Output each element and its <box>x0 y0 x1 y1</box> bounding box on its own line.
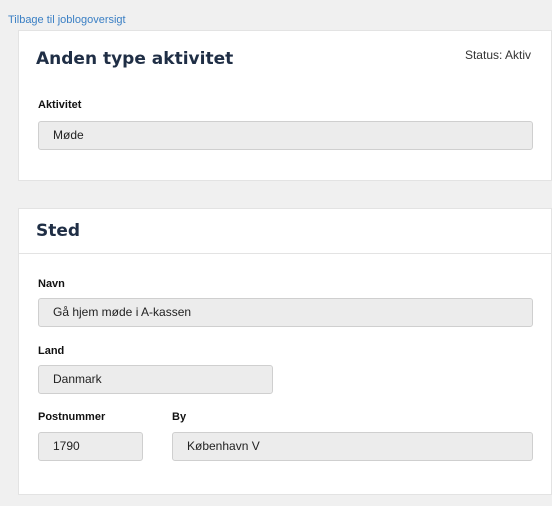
name-label: Navn <box>38 278 65 290</box>
city-field[interactable]: København V <box>172 432 533 461</box>
country-label: Land <box>38 345 65 357</box>
postcode-label: Postnummer <box>38 411 106 423</box>
postcode-field[interactable]: 1790 <box>38 432 143 461</box>
city-label: By <box>172 411 187 423</box>
country-field[interactable]: Danmark <box>38 365 273 394</box>
location-card-title: Sted <box>36 221 81 241</box>
activity-label: Aktivitet <box>38 99 82 111</box>
status-text: Status: Aktiv <box>464 48 531 62</box>
activity-field[interactable]: Møde <box>38 121 533 150</box>
location-card: Sted Navn Gå hjem møde i A-kassen Land D… <box>18 208 552 495</box>
back-to-joblog-link[interactable]: Tilbage til joblogoversigt <box>8 14 126 26</box>
activity-card: Anden type aktivitet Status: Aktiv Aktiv… <box>18 30 552 181</box>
name-field[interactable]: Gå hjem møde i A-kassen <box>38 298 533 327</box>
activity-card-title: Anden type aktivitet <box>36 49 234 69</box>
location-card-header <box>19 209 551 254</box>
